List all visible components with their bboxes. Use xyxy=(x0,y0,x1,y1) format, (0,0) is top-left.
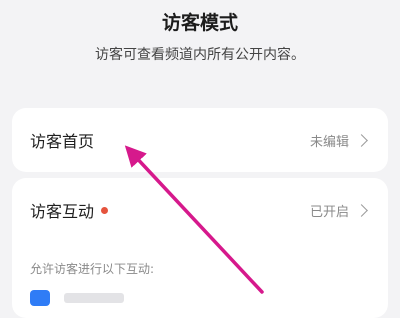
chevron-right-icon xyxy=(355,133,368,147)
page-title: 访客模式 xyxy=(161,12,238,34)
visitor-interaction-label: 访客互动 xyxy=(30,202,95,221)
visitor-home-status: 未编辑 xyxy=(309,134,349,150)
option-checkbox-icon[interactable] xyxy=(30,290,50,306)
visitor-home-card: 访客首页 未编辑 xyxy=(12,108,388,172)
status-dot-icon xyxy=(101,207,109,214)
interaction-option-row[interactable] xyxy=(30,290,124,306)
page-subtitle: 访客可查看频道内所有公开内容。 xyxy=(95,47,305,63)
chevron-right-icon xyxy=(355,203,368,217)
visitor-interaction-row[interactable]: 访客互动 已开启 xyxy=(12,178,388,242)
interaction-hint: 允许访客进行以下互动: xyxy=(30,262,155,276)
visitor-interaction-status: 已开启 xyxy=(309,204,349,220)
visitor-interaction-card: 访客互动 已开启 允许访客进行以下互动: xyxy=(12,178,388,318)
visitor-home-label: 访客首页 xyxy=(30,132,95,151)
visitor-home-row[interactable]: 访客首页 未编辑 xyxy=(12,108,388,172)
